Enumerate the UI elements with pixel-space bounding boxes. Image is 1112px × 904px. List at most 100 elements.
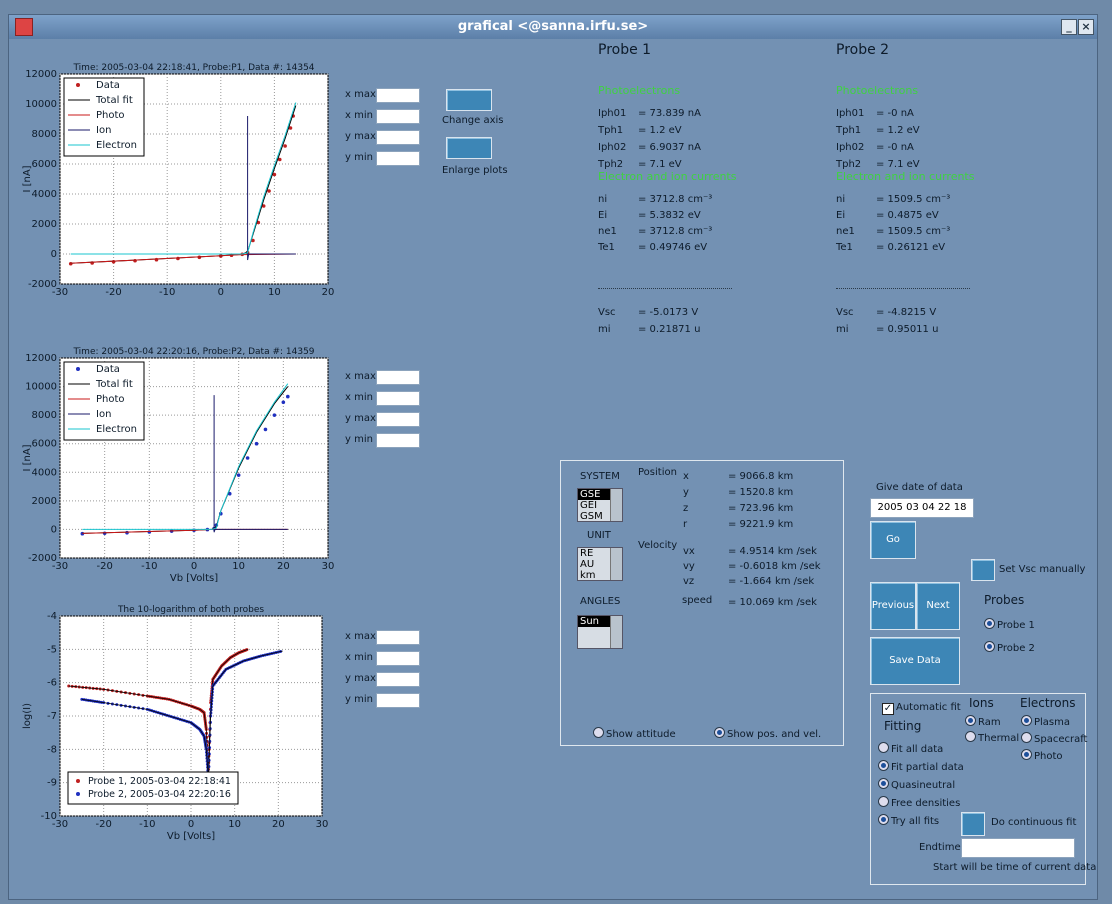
data-point — [254, 441, 259, 446]
change-axis-button[interactable] — [446, 89, 492, 111]
probe2-radio[interactable]: Probe 2 — [984, 641, 1035, 654]
probe2-param-value: = 7.1 eV — [876, 159, 920, 170]
probe1-photo-header: Photoelectrons — [598, 84, 681, 97]
previous-button[interactable]: Previous — [870, 582, 916, 630]
position-value: = 723.96 km — [728, 503, 794, 514]
probe2-photo-header: Photoelectrons — [836, 84, 919, 97]
position-axis-label: r — [683, 519, 688, 530]
next-button[interactable]: Next — [916, 582, 960, 630]
ions-option-radio[interactable]: Thermal — [965, 731, 1019, 744]
show-pos-radio[interactable]: Show pos. and vel. — [714, 727, 821, 740]
app-icon — [15, 18, 33, 36]
legend-marker — [76, 83, 80, 87]
radio-icon — [1021, 732, 1032, 743]
enlarge-plots-button[interactable] — [446, 137, 492, 159]
probe2-param-value: = -0 nA — [876, 142, 914, 153]
go-button[interactable]: Go — [870, 521, 916, 559]
probe2-param-name: Vsc — [836, 307, 854, 318]
electrons-option-label: Photo — [1034, 751, 1063, 762]
electrons-option-radio[interactable]: Spacecraft — [1021, 732, 1087, 745]
axis-control-input[interactable] — [376, 370, 420, 385]
axis-control-label: y max — [345, 673, 376, 684]
data-point — [111, 260, 116, 264]
position-axis-label: x — [683, 471, 689, 482]
vsc-manual-label: Set Vsc manually — [999, 564, 1086, 575]
legend-entry: Ion — [96, 125, 111, 136]
angles-scrollbar[interactable] — [610, 616, 622, 648]
x-tick-label: -20 — [95, 819, 111, 830]
endtime-input[interactable] — [961, 838, 1075, 858]
probe1-plasma-header: Electron and ion currents — [598, 170, 737, 183]
y-tick-label: -8 — [47, 744, 57, 755]
axis-control-input[interactable] — [376, 412, 420, 427]
minimize-button[interactable]: _ — [1061, 19, 1077, 35]
probe2-param-value: = 0.26121 eV — [876, 242, 946, 253]
probe1-param-value: = 1.2 eV — [638, 125, 682, 136]
ions-option-radio[interactable]: Ram — [965, 715, 1001, 728]
angles-listbox[interactable]: Sun — [577, 615, 623, 649]
continuous-fit-toggle[interactable] — [961, 812, 985, 836]
legend-entry: Electron — [96, 424, 137, 435]
unit-scrollbar[interactable] — [610, 548, 622, 580]
data-point — [281, 400, 286, 405]
axis-control-input[interactable] — [376, 391, 420, 406]
radio-icon — [1021, 715, 1032, 726]
system-listbox[interactable]: GSE GEI GSM — [577, 488, 623, 522]
axis-control-input[interactable] — [376, 88, 420, 103]
data-point — [245, 456, 250, 460]
title-bar: grafical <@sanna.irfu.se> _ × — [9, 15, 1097, 39]
data-point — [272, 413, 277, 417]
legend-entry: Ion — [96, 409, 111, 420]
probe2-current-plot[interactable]: Time: 2005-03-04 22:20:16, Probe:P2, Dat… — [20, 342, 340, 582]
show-pos-label: Show pos. and vel. — [727, 729, 822, 740]
probe2-param-name: Iph01 — [836, 108, 865, 119]
axis-control-input[interactable] — [376, 130, 420, 145]
fitting-option-radio[interactable]: Free densities — [878, 796, 960, 809]
date-input[interactable]: 2005 03 04 22 18 — [870, 498, 974, 518]
fitting-option-radio[interactable]: Try all fits — [878, 814, 939, 827]
probe1-current-plot[interactable]: Time: 2005-03-04 22:18:41, Probe:P1, Dat… — [20, 58, 340, 298]
show-attitude-radio[interactable]: Show attitude — [593, 727, 676, 740]
show-attitude-label: Show attitude — [606, 729, 676, 740]
endtime-note: Start will be time of current data — [933, 862, 1097, 873]
automatic-fit-checkbox[interactable]: ✓ Automatic fit — [882, 702, 961, 715]
axis-control-input[interactable] — [376, 693, 420, 708]
axis-control-label: x max — [345, 89, 376, 100]
axis-control-label: y min — [345, 434, 373, 445]
electrons-option-radio[interactable]: Photo — [1021, 749, 1063, 762]
log-current-plot[interactable]: The 10-logarithm of both probes -30 -20 -10… — [20, 600, 340, 848]
legend-entry: Data — [96, 80, 120, 91]
radio-icon — [714, 727, 725, 738]
unit-listbox[interactable]: RE AU km — [577, 547, 623, 581]
probe1-radio-label: Probe 1 — [997, 620, 1035, 631]
continuous-fit-label: Do continuous fit — [991, 817, 1077, 828]
axis-control-input[interactable] — [376, 433, 420, 448]
plot-title: Time: 2005-03-04 22:20:16, Probe:P2, Dat… — [72, 347, 314, 357]
y-tick-label: -2000 — [28, 279, 57, 290]
axis-control-input[interactable] — [376, 109, 420, 124]
fitting-option-radio[interactable]: Quasineutral — [878, 778, 955, 791]
probe1-param-name: ne1 — [598, 226, 617, 237]
axis-control-input[interactable] — [376, 151, 420, 166]
fitting-option-radio[interactable]: Fit partial data — [878, 760, 964, 773]
y-tick-label: -10 — [41, 811, 57, 822]
electrons-option-radio[interactable]: Plasma — [1021, 715, 1070, 728]
save-data-button[interactable]: Save Data — [870, 637, 960, 685]
speed-label: speed — [682, 595, 713, 606]
fitting-option-radio[interactable]: Fit all data — [878, 742, 943, 755]
vsc-manual-toggle[interactable] — [971, 559, 995, 581]
close-button[interactable]: × — [1078, 19, 1094, 35]
axis-control-input[interactable] — [376, 630, 420, 645]
x-tick-label: 0 — [218, 287, 224, 298]
probe2-param-name: Tph1 — [836, 125, 862, 136]
electrons-option-label: Spacecraft — [1034, 734, 1088, 745]
axis-control-input[interactable] — [376, 651, 420, 666]
probe1-radio[interactable]: Probe 1 — [984, 618, 1035, 631]
y-tick-label: 2000 — [32, 219, 57, 230]
legend-entry: Photo — [96, 110, 125, 121]
system-scrollbar[interactable] — [610, 489, 622, 521]
probe1-divider — [598, 288, 732, 289]
velocity-value: = -1.664 km /sek — [728, 576, 815, 587]
axis-control-input[interactable] — [376, 672, 420, 687]
fitting-label: Fitting — [884, 719, 922, 733]
